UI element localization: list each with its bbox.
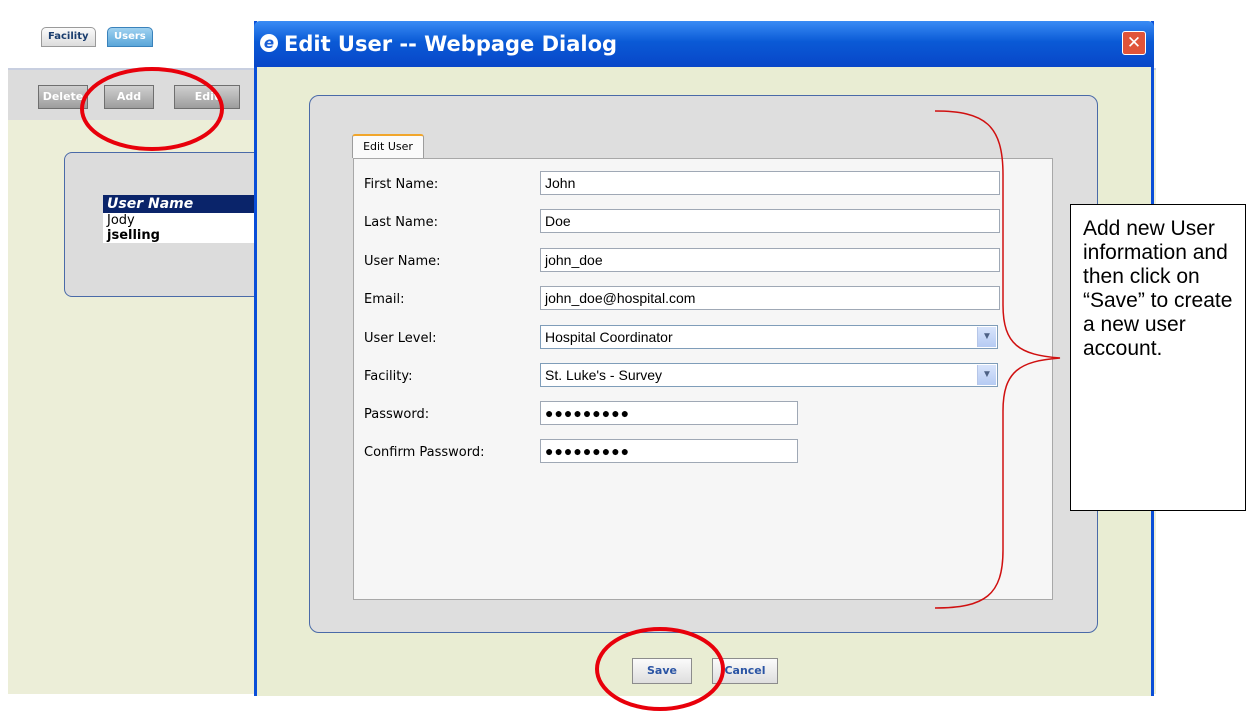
dialog-title: Edit User -- Webpage Dialog — [284, 32, 618, 56]
user-level-select[interactable]: Hospital Coordinator ▼ — [540, 325, 998, 349]
dialog-title-bar[interactable]: e Edit User -- Webpage Dialog ✕ — [254, 21, 1154, 67]
password-input[interactable]: ●●●●●●●●● — [540, 401, 798, 425]
last-name-label: Last Name: — [364, 215, 438, 230]
user-name-label: User Name: — [364, 254, 441, 269]
email-input[interactable]: john_doe@hospital.com — [540, 286, 1000, 310]
delete-button[interactable]: Delete — [38, 85, 88, 109]
facility-value: St. Luke's - Survey — [545, 367, 663, 383]
confirm-password-label: Confirm Password: — [364, 445, 485, 460]
edit-button[interactable]: Edit — [174, 85, 240, 109]
tab-users[interactable]: Users — [107, 27, 153, 47]
first-name-label: First Name: — [364, 177, 439, 192]
email-label: Email: — [364, 292, 405, 307]
user-toolbar: Delete Add Edit — [8, 70, 256, 120]
save-button[interactable]: Save — [632, 658, 692, 684]
last-name-input[interactable]: Doe — [540, 209, 1000, 233]
edit-user-dialog: e Edit User -- Webpage Dialog ✕ Edit Use… — [254, 21, 1154, 696]
confirm-password-input[interactable]: ●●●●●●●●● — [540, 439, 798, 463]
close-button[interactable]: ✕ — [1122, 31, 1146, 55]
cancel-button[interactable]: Cancel — [712, 658, 778, 684]
add-button[interactable]: Add — [104, 85, 154, 109]
facility-select[interactable]: St. Luke's - Survey ▼ — [540, 363, 998, 387]
chevron-down-icon[interactable]: ▼ — [977, 365, 996, 385]
chevron-down-icon[interactable]: ▼ — [977, 327, 996, 347]
user-level-value: Hospital Coordinator — [545, 329, 673, 345]
callout-box: Add new User information and then click … — [1070, 204, 1246, 511]
tab-edit-user[interactable]: Edit User — [352, 134, 424, 158]
facility-label: Facility: — [364, 369, 413, 384]
user-level-label: User Level: — [364, 331, 437, 346]
close-icon: ✕ — [1126, 33, 1142, 53]
edit-user-form: First Name: John Last Name: Doe User Nam… — [353, 158, 1053, 600]
user-name-input[interactable]: john_doe — [540, 248, 1000, 272]
ie-page-icon: e — [260, 34, 278, 52]
form-panel: Edit User First Name: John Last Name: Do… — [309, 95, 1098, 633]
tab-facility[interactable]: Facility — [41, 27, 96, 47]
password-label: Password: — [364, 407, 430, 422]
first-name-input[interactable]: John — [540, 171, 1000, 195]
